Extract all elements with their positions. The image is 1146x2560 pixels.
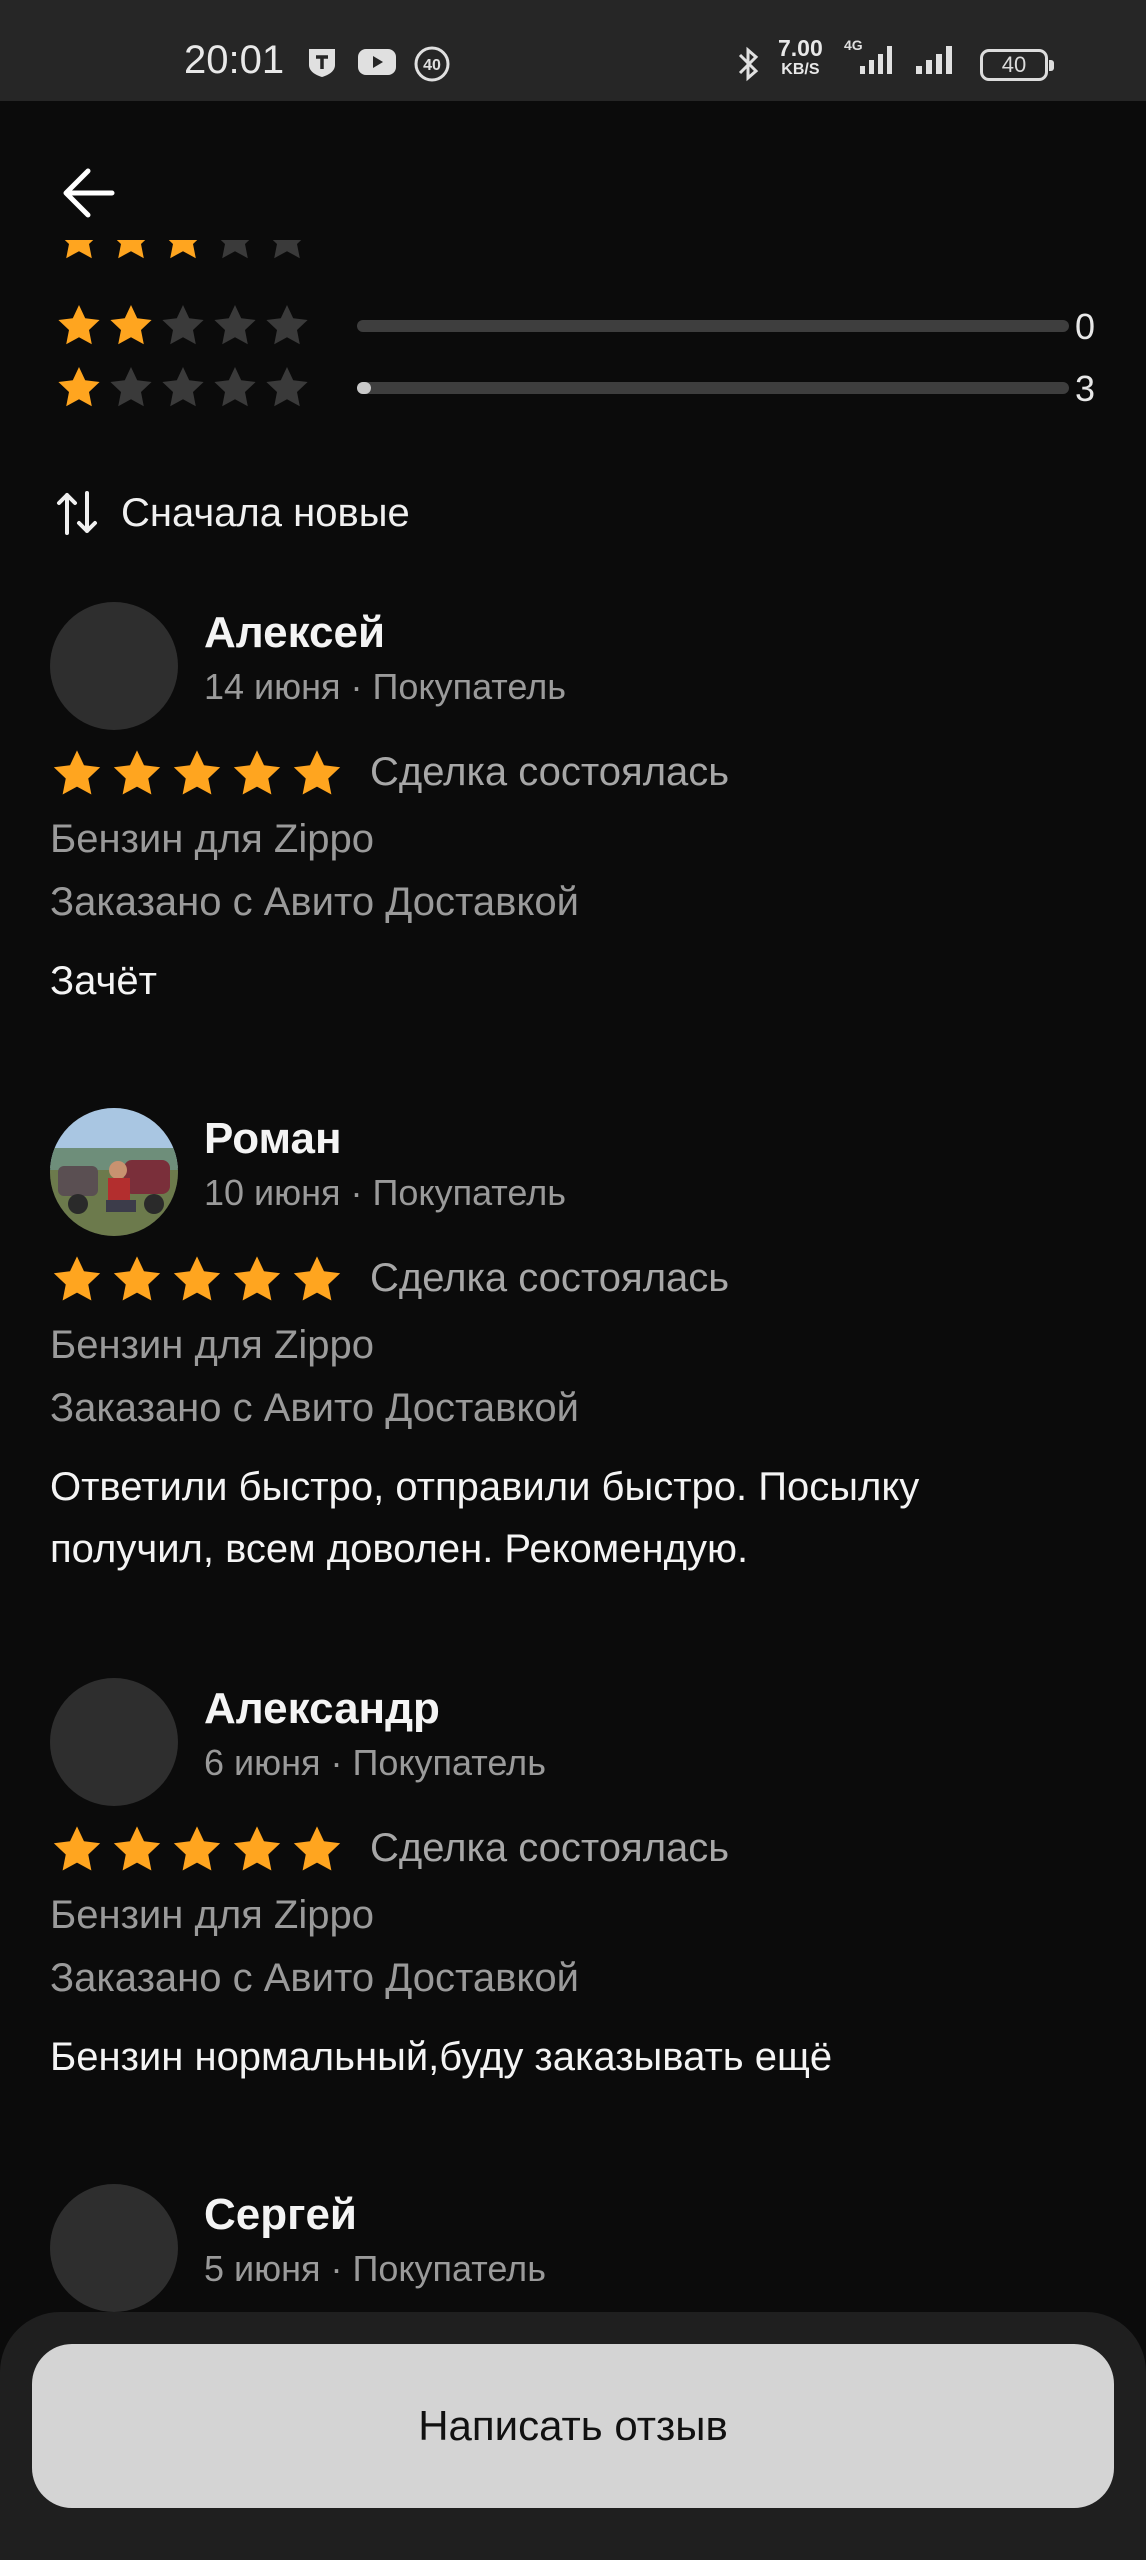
- star-filled-icon: [233, 1256, 281, 1301]
- star-empty-icon: [220, 240, 250, 259]
- sort-button[interactable]: Сначала новые: [55, 488, 410, 538]
- reviewer-name[interactable]: Сергей: [204, 2190, 357, 2240]
- star-empty-icon: [110, 367, 152, 407]
- svg-text:4G: 4G: [844, 37, 863, 53]
- review-text: Зачёт: [50, 959, 157, 1003]
- review-text: Ответили быстро, отправили быстро. Посыл…: [50, 1465, 920, 1571]
- star-filled-icon: [173, 1826, 221, 1871]
- star-filled-icon: [53, 1826, 101, 1871]
- star-filled-icon: [173, 750, 221, 795]
- review-card: Роман 10 июня · Покупатель Сделка состоя…: [50, 1108, 1100, 1588]
- review-card: Алексей 14 июня · Покупатель Сделка сост…: [50, 602, 1100, 1022]
- star-filled-icon: [293, 750, 341, 795]
- review-stars: [50, 747, 344, 806]
- review-meta: 14 июня · Покупатель: [204, 666, 566, 707]
- rating-bar-track: [357, 320, 1069, 332]
- star-filled-icon: [53, 750, 101, 795]
- review-text: Бензин нормальный,буду заказывать ещё: [50, 2035, 833, 2079]
- youtube-icon: [358, 49, 396, 75]
- star-rating-icons: [53, 750, 341, 795]
- star-empty-icon: [266, 367, 308, 407]
- star-filled-icon: [116, 240, 146, 259]
- star-rating-icons: [64, 240, 302, 259]
- rating-count: 3: [1074, 368, 1095, 409]
- rating-row-2-stars: 0: [55, 302, 1095, 352]
- signal-icon: [916, 46, 952, 74]
- star-rating-icons: [53, 1256, 341, 1301]
- deal-status: Сделка состоялась: [370, 1256, 730, 1300]
- star-filled-icon: [113, 1826, 161, 1871]
- battery-icon: 40: [980, 49, 1054, 81]
- star-filled-icon: [113, 1256, 161, 1301]
- star-empty-icon: [214, 305, 256, 345]
- star-filled-icon: [293, 1826, 341, 1871]
- bottom-panel: Написать отзыв: [0, 2312, 1146, 2560]
- reviewer-name[interactable]: Александр: [204, 1684, 440, 1734]
- review-meta: 10 июня · Покупатель: [204, 1172, 566, 1213]
- sort-label: Сначала новые: [121, 490, 410, 535]
- avatar[interactable]: [50, 2184, 178, 2312]
- avatar[interactable]: [50, 602, 178, 730]
- status-time: 20:01: [184, 38, 285, 82]
- rating-row: [55, 240, 1095, 266]
- star-filled-icon: [293, 1256, 341, 1301]
- review-product: Бензин для Zippo: [50, 1323, 374, 1367]
- back-arrow-icon[interactable]: [58, 163, 118, 223]
- avatar[interactable]: [50, 1678, 178, 1806]
- avatar-photo: [50, 1108, 178, 1236]
- star-filled-icon: [173, 1256, 221, 1301]
- star-filled-icon: [113, 750, 161, 795]
- rating-row-1-star: 3: [55, 364, 1095, 414]
- deal-status: Сделка состоялась: [370, 1826, 730, 1870]
- star-filled-icon: [58, 305, 100, 345]
- star-filled-icon: [233, 750, 281, 795]
- review-delivery: Заказано с Авито Доставкой: [50, 880, 579, 924]
- rating-bar-fill: [357, 382, 372, 394]
- star-rating-icons: [58, 305, 308, 345]
- bluetooth-icon: [738, 46, 759, 82]
- rating-count: 0: [1074, 306, 1095, 347]
- star-filled-icon: [58, 367, 100, 407]
- review-meta: 5 июня · Покупатель: [204, 2248, 546, 2289]
- star-empty-icon: [162, 367, 204, 407]
- review-delivery: Заказано с Авито Доставкой: [50, 1386, 579, 1430]
- star-filled-icon: [53, 1256, 101, 1301]
- network-speed: 7.00 KB/S: [778, 35, 823, 79]
- star-rating-icons: [53, 1826, 341, 1871]
- write-review-button[interactable]: Написать отзыв: [32, 2344, 1114, 2508]
- star-filled-icon: [110, 305, 152, 345]
- star-filled-icon: [168, 240, 198, 259]
- shield-notification-icon: [309, 49, 335, 77]
- review-delivery: Заказано с Авито Доставкой: [50, 1956, 579, 2000]
- rating-bar-track: [357, 382, 1069, 394]
- star-empty-icon: [214, 367, 256, 407]
- star-empty-icon: [162, 305, 204, 345]
- review-card: Сергей 5 июня · Покупатель: [50, 2184, 1100, 2324]
- star-filled-icon: [64, 240, 94, 259]
- star-empty-icon: [266, 305, 308, 345]
- deal-status: Сделка состоялась: [370, 750, 730, 794]
- reviewer-name[interactable]: Роман: [204, 1114, 342, 1164]
- review-card: Александр 6 июня · Покупатель Сделка сос…: [50, 1678, 1100, 2098]
- sort-arrows-icon: [57, 491, 97, 535]
- svg-text:40: 40: [423, 57, 441, 74]
- rating-row-3-clipped: [0, 240, 1146, 280]
- review-meta: 6 июня · Покупатель: [204, 1742, 546, 1783]
- signal-4g-icon: 4G: [844, 37, 892, 74]
- review-stars: [50, 1253, 344, 1312]
- star-rating-icons: [58, 367, 308, 407]
- review-stars: [50, 1823, 344, 1882]
- review-product: Бензин для Zippo: [50, 817, 374, 861]
- status-bar: 20:01 40 7.00 KB/S 4G 40: [0, 0, 1146, 101]
- star-filled-icon: [233, 1826, 281, 1871]
- reviewer-name[interactable]: Алексей: [204, 608, 385, 658]
- review-product: Бензин для Zippo: [50, 1893, 374, 1937]
- notification-badge-icon: 40: [414, 46, 450, 82]
- avatar[interactable]: [50, 1108, 178, 1236]
- star-empty-icon: [272, 240, 302, 259]
